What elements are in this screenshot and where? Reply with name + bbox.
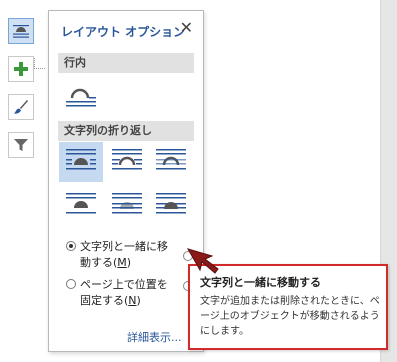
wrap-in-front-icon (155, 190, 187, 222)
wrap-top-bottom-icon (65, 190, 97, 222)
panel-title: レイアウト オプション (61, 25, 186, 39)
section-inline-header: 行内 (58, 53, 194, 73)
layout-options-button[interactable] (8, 18, 34, 44)
margin-corner-mark (34, 68, 45, 69)
close-icon[interactable]: ✕ (180, 20, 193, 36)
add-element-button[interactable] (8, 56, 34, 82)
wrap-in-front-button[interactable] (149, 186, 193, 226)
plus-icon (13, 61, 29, 77)
wrap-inline-icon (65, 84, 97, 114)
wrap-through-icon (155, 146, 187, 178)
wrap-square-button[interactable] (59, 142, 103, 182)
wrap-tight-button[interactable] (105, 142, 149, 182)
layout-options-panel: レイアウト オプション ✕ 行内 文字列の折り返し 文字列と一緒に移 動する(M… (48, 10, 204, 352)
wrap-inline-button[interactable] (59, 79, 103, 119)
wrap-behind-text-icon (111, 190, 143, 222)
chart-styles-button[interactable] (8, 94, 34, 120)
tooltip-body: 文字が追加または削除されたときに、ページ上のオブジェクトが移動されるようにします… (200, 296, 380, 337)
radio-move-with-text-dot[interactable] (66, 241, 76, 251)
section-wrap-header: 文字列の折り返し (58, 121, 194, 141)
brush-icon (13, 99, 29, 115)
wrap-square-icon (65, 146, 97, 178)
radio-fixed-position[interactable]: ページ上で位置を 固定する(N) (66, 277, 186, 311)
layout-options-icon (12, 23, 30, 39)
wrap-behind-text-button[interactable] (105, 186, 149, 226)
pointer-arrow-icon (185, 246, 221, 280)
wrap-through-button[interactable] (149, 142, 193, 182)
radio-fixed-position-label: ページ上で位置を (80, 278, 168, 291)
wrap-tight-icon (111, 146, 143, 178)
filter-icon (13, 137, 29, 153)
radio-fixed-position-dot[interactable] (66, 279, 76, 289)
margin-corner-mark (34, 58, 35, 69)
radio-move-with-text[interactable]: 文字列と一緒に移 動する(M) (66, 239, 186, 273)
radio-move-with-text-label: 文字列と一緒に移 (80, 240, 168, 253)
wrap-top-bottom-button[interactable] (59, 186, 103, 226)
chart-filters-button[interactable] (8, 132, 34, 158)
see-more-link[interactable]: 詳細表示... (127, 329, 182, 345)
